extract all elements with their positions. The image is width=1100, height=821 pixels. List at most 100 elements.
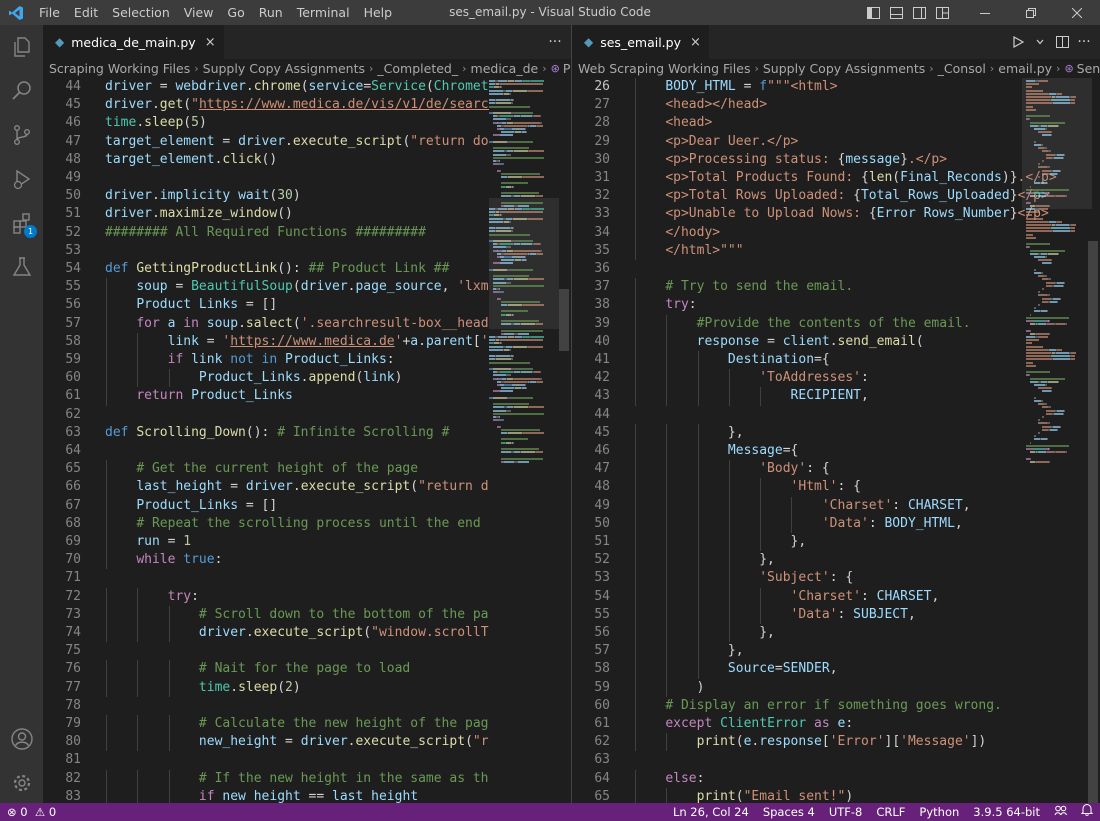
vertical-scrollbar[interactable] [559,78,569,803]
explorer-icon[interactable] [0,25,43,69]
minimap-line [1042,390,1051,393]
end-of-line[interactable]: CRLF [869,803,912,821]
close-tab-icon[interactable]: × [205,35,216,50]
line-number: 72 [65,588,81,604]
minimize-icon[interactable] [962,0,1008,25]
code-text: driver.execute_script("window.scrollTo(0… [198,625,536,640]
vertical-scrollbar[interactable] [1088,78,1098,803]
code-text: 'Body': { [759,461,830,477]
minimap-line [1056,224,1069,226]
encoding[interactable]: UTF-8 [822,803,870,821]
line-number: 53 [594,570,610,586]
toggle-primary-sidebar-icon[interactable] [864,0,883,25]
minimap-line [505,124,526,127]
toggle-secondary-sidebar-icon[interactable] [910,0,929,25]
breadcrumb-item[interactable]: medica_de [471,61,539,76]
code-text: ######## All Required Functions ########… [105,224,426,240]
tab-ses-email[interactable]: ◆ ses_email.py × [572,25,709,59]
minimap-line [1047,323,1054,326]
indentation[interactable]: Spaces 4 [756,803,822,821]
minimap-line [1042,134,1051,137]
customize-layout-icon[interactable] [933,0,952,25]
menu-run[interactable]: Run [252,0,290,25]
more-actions-icon[interactable]: ··· [1074,31,1094,53]
breadcrumb-item[interactable]: _Completed_ [377,61,458,76]
minimap-line [1029,118,1030,121]
code-line: 31 <p>Total Products Found: {len(Final_R… [572,169,1100,188]
menu-go[interactable]: Go [220,0,251,25]
line-number: 32 [594,188,610,204]
cursor-position[interactable]: Ln 26, Col 24 [666,803,756,821]
restore-icon[interactable] [1008,0,1054,25]
breadcrumb-item[interactable]: Scraping Working Files [49,61,190,76]
language-mode[interactable]: Python [912,803,966,821]
minimap-line [514,150,528,153]
minimap-line [513,313,514,316]
run-debug-icon[interactable] [0,157,43,201]
toggle-panel-icon[interactable] [887,0,906,25]
close-tab-icon[interactable]: × [690,35,701,50]
source-control-icon[interactable] [0,113,43,157]
breadcrumb-item[interactable]: Web Scraping Working Files [578,61,750,76]
extensions-icon[interactable]: 1 [0,201,43,245]
breadcrumb-item[interactable]: email.py [998,61,1052,76]
close-window-icon[interactable] [1054,0,1100,25]
minimap-line [1034,268,1036,271]
minimap-line [1048,278,1051,281]
line-number: 39 [594,315,610,331]
line-number: 52 [594,552,610,568]
minimap-line [501,172,540,175]
minimap-line [1038,432,1040,434]
scroll-thumb[interactable] [559,289,569,351]
minimap-line [1053,230,1070,233]
account-icon[interactable] [0,717,43,761]
run-dropdown-icon[interactable] [1030,31,1050,53]
testing-icon[interactable] [0,245,43,289]
scroll-thumb[interactable] [1088,241,1098,803]
code-text: 'Charset': CHARSET, [821,497,971,513]
minimap-line [504,460,514,463]
line-number: 31 [594,170,610,185]
more-actions-icon[interactable]: ··· [545,31,565,53]
settings-gear-icon[interactable] [0,761,43,805]
menu-terminal[interactable]: Terminal [290,0,357,25]
tab-medica-de-main[interactable]: ◆ medica_de_main.py × [43,25,224,59]
minimap-line [1026,99,1050,102]
breadcrumb-item[interactable]: Send_email [1077,61,1100,76]
split-editor-icon[interactable] [1052,31,1072,53]
problems-indicator[interactable]: ⊗ 0 ⚠ 0 [0,803,63,821]
code-editor[interactable]: 26 BODY_HTML = f"""<html> 27 <head></head… [572,78,1100,803]
minimap-line [1038,294,1047,297]
notifications-bell-icon[interactable] [1074,803,1100,821]
breadcrumb-item[interactable]: _Consol [938,61,986,76]
minimap[interactable] [1022,78,1092,803]
code-line: 52 }, [572,551,1100,570]
line-number: 65 [65,461,81,477]
minimap-line [528,345,543,348]
run-python-file-icon[interactable] [1008,31,1028,53]
minimap-line [500,425,501,428]
menu-selection[interactable]: Selection [105,0,177,25]
code-line: 49 'Charset': CHARSET, [572,496,1100,515]
search-icon[interactable] [0,69,43,113]
python-interpreter[interactable]: 3.9.5 64-bit [966,803,1047,821]
menu-view[interactable]: View [177,0,221,25]
code-line: 30 <p>Processing status: {message}.</p> [572,150,1100,169]
minimap-line [1026,320,1033,322]
minimap-line [1058,380,1059,383]
minimap-line [1048,124,1058,127]
breadcrumb-item[interactable]: Supply Copy Assignments [763,61,925,76]
breadcrumb-item[interactable]: Productinfo [563,61,571,76]
code-line: 32 <p>Total Rows Uploaded: {Total_Rows_U… [572,187,1100,206]
code-text: driver.get("https://www.medica.de/vis/v1… [105,97,528,113]
minimap[interactable] [489,78,559,803]
code-line: 29 <p>Dear Ueer.</p> [572,132,1100,151]
feedback-icon[interactable] [1047,803,1074,821]
minimap-line [1047,166,1050,169]
code-line: 43 RECIPIENT, [572,387,1100,406]
menu-edit[interactable]: Edit [67,0,105,25]
minimap-line [506,374,511,377]
minimap-line [1033,320,1044,322]
breadcrumb-item[interactable]: Supply Copy Assignments [203,61,365,76]
menu-file[interactable]: File [32,0,67,25]
